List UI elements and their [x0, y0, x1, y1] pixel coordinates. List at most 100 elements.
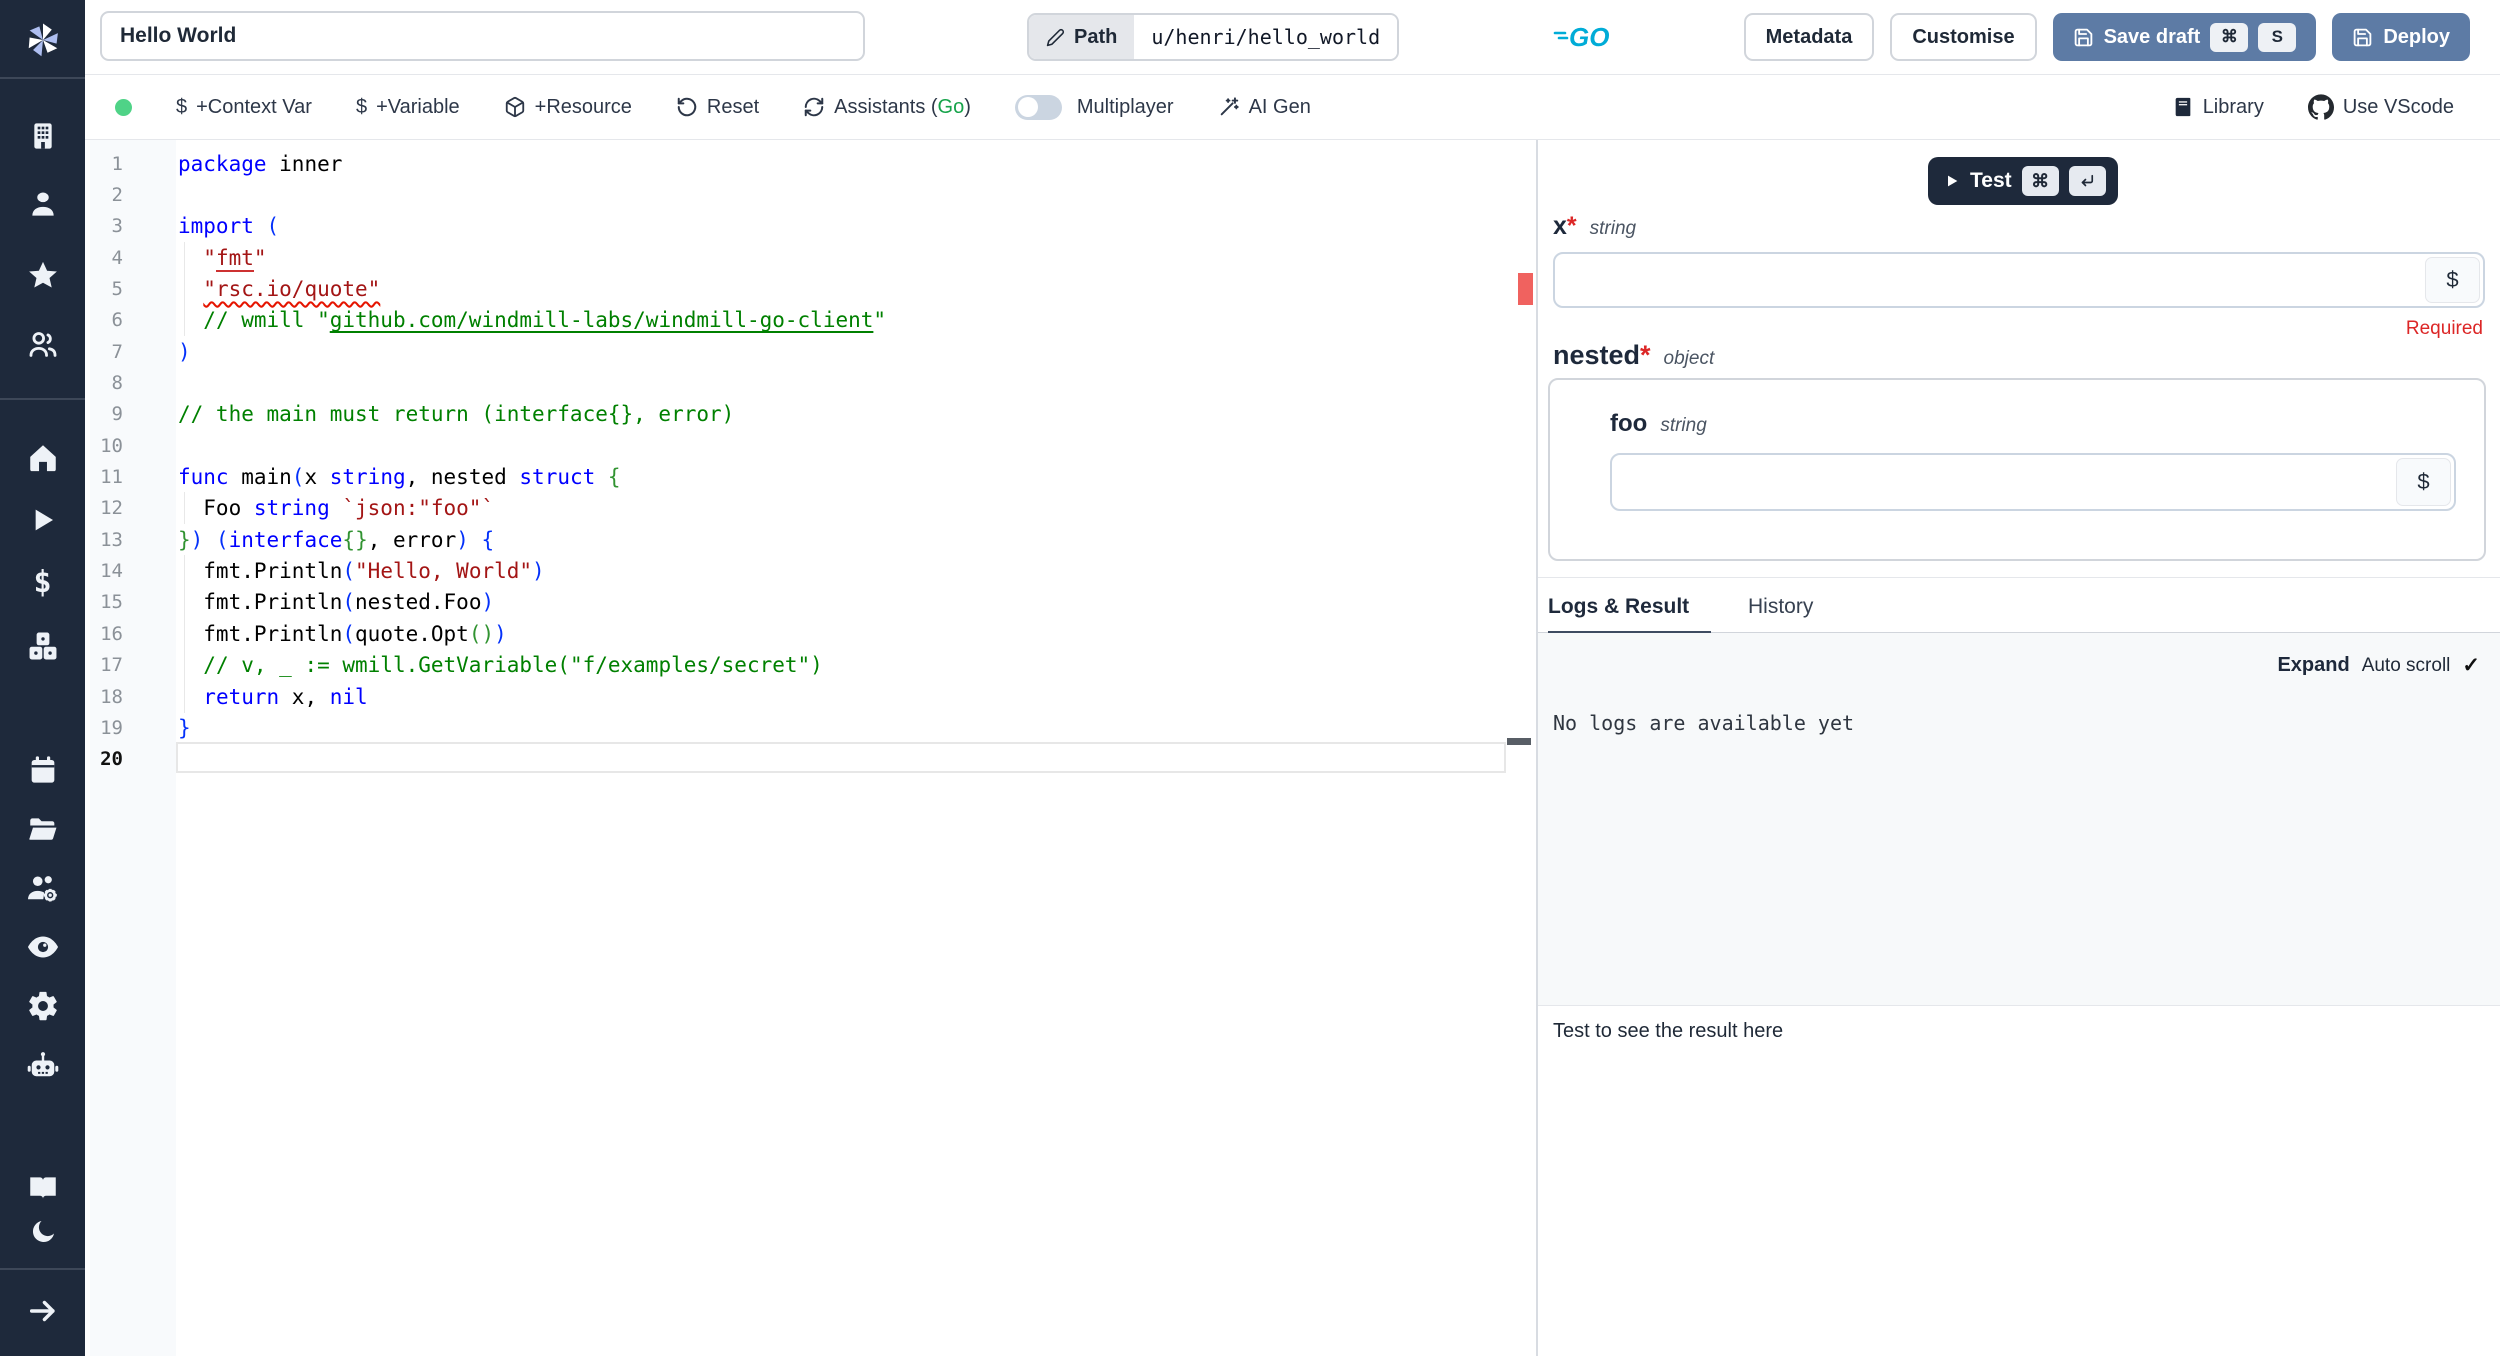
multiplayer-toggle[interactable] — [1014, 94, 1062, 120]
insert-variable-button[interactable]: $ — [2425, 257, 2480, 303]
code-line-13[interactable]: 13}) (interface{}, error) { — [85, 524, 1525, 555]
test-label: Test — [1970, 169, 2012, 192]
reset-button[interactable]: Reset — [676, 96, 759, 119]
line-number: 6 — [111, 309, 123, 332]
dollar-icon: $ — [176, 95, 188, 118]
add-context-var-button[interactable]: $ +Context Var — [176, 96, 312, 119]
script-path-value[interactable]: u/henri/hello_world — [1134, 15, 1398, 59]
windmill-logo[interactable] — [0, 18, 85, 62]
line-number: 2 — [111, 184, 123, 207]
auto-scroll-label[interactable]: Auto scroll — [2362, 655, 2451, 677]
sidebar-item-workspace[interactable] — [0, 114, 85, 158]
code-line-6[interactable]: 6 // wmill "github.com/windmill-labs/win… — [85, 304, 1525, 337]
add-variable-button[interactable]: $ +Variable — [356, 96, 460, 119]
line-number: 15 — [100, 591, 123, 614]
assistants-button[interactable]: Assistants (Go) — [803, 96, 971, 119]
code-text: "rsc.io/quote" — [178, 273, 380, 306]
sidebar-item-audit[interactable] — [0, 925, 85, 969]
sidebar-item-schedules[interactable] — [0, 748, 85, 792]
ai-gen-button[interactable]: AI Gen — [1218, 96, 1311, 119]
github-icon — [2307, 94, 2334, 120]
code-line-16[interactable]: 16 fmt.Println(quote.Opt()) — [85, 617, 1525, 650]
sidebar-item-home[interactable] — [0, 436, 85, 480]
code-line-3[interactable]: 3 import ( — [85, 211, 1525, 242]
folder-open-icon — [26, 812, 60, 846]
svg-text:GO: GO — [1569, 22, 1609, 52]
line-number: 1 — [111, 152, 123, 175]
sidebar-item-resources[interactable] — [0, 624, 85, 668]
tab-history[interactable]: History — [1748, 595, 1813, 619]
gear-icon — [26, 989, 60, 1023]
check-icon[interactable]: ✓ — [2462, 653, 2480, 678]
sidebar-item-docs[interactable] — [0, 1166, 85, 1210]
sidebar-item-dark-mode[interactable] — [0, 1210, 85, 1254]
line-number: 10 — [100, 434, 123, 457]
code-line-9[interactable]: 9 // the main must return (interface{}, e… — [85, 399, 1525, 430]
code-line-7[interactable]: 7) — [85, 336, 1525, 367]
metadata-button[interactable]: Metadata — [1743, 13, 1875, 61]
use-vscode-button[interactable]: Use VScode — [2307, 94, 2454, 120]
code-editor[interactable]: 1 package inner 2 3 import (4 "fmt" 5 "rsc.io… — [85, 140, 1536, 1356]
sidebar-item-folders[interactable] — [0, 807, 85, 851]
arg-x-input[interactable] — [1555, 254, 2423, 306]
sidebar-item-ai[interactable] — [0, 1043, 85, 1087]
code-line-19[interactable]: 19} — [85, 712, 1525, 743]
sidebar-item-settings[interactable] — [0, 984, 85, 1028]
customise-label: Customise — [1912, 25, 2015, 48]
sidebar-item-expand[interactable] — [0, 1289, 85, 1333]
error-overview-marker — [1518, 273, 1533, 305]
code-line-12[interactable]: 12 Foo string `json:"foo"` — [85, 492, 1525, 525]
line-number: 20 — [100, 748, 123, 771]
panel-separator — [1538, 577, 2500, 578]
deploy-button[interactable]: Deploy — [2332, 13, 2470, 61]
code-text: fmt.Println(nested.Foo) — [178, 586, 495, 619]
insert-variable-button[interactable]: $ — [2396, 458, 2451, 506]
library-button[interactable]: Library — [2172, 96, 2264, 119]
code-line-11[interactable]: 11 func main(x string, nested struct { — [85, 461, 1525, 492]
code-line-4[interactable]: 4 "fmt" — [85, 241, 1525, 274]
sidebar-item-workers[interactable] — [0, 866, 85, 910]
arg-type: object — [1663, 348, 1715, 369]
code-line-14[interactable]: 14 fmt.Println("Hello, World") — [85, 555, 1525, 588]
save-draft-button[interactable]: Save draft ⌘ S — [2052, 13, 2317, 61]
code-text: fmt.Println(quote.Opt()) — [178, 617, 507, 650]
topbar-actions: Metadata Customise Save draft ⌘ S Deploy — [1743, 13, 2470, 61]
wand-icon — [1218, 96, 1240, 118]
arg-nested-label: nested* object — [1553, 340, 1714, 371]
expand-button[interactable]: Expand — [2277, 654, 2349, 677]
code-line-18[interactable]: 18 return x, nil — [85, 680, 1525, 713]
add-resource-button[interactable]: +Resource — [504, 96, 632, 119]
tab-logs-result[interactable]: Logs & Result — [1548, 595, 1712, 634]
arg-foo-input[interactable] — [1612, 455, 2394, 509]
sidebar-item-runs[interactable] — [0, 498, 85, 542]
horizontal-scrollbar[interactable] — [1507, 738, 1531, 745]
script-title-input[interactable] — [100, 11, 865, 61]
rotate-ccw-icon — [676, 96, 698, 118]
arrow-right-icon — [26, 1294, 60, 1328]
sidebar-item-user[interactable] — [0, 182, 85, 226]
sidebar-item-favorites[interactable] — [0, 254, 85, 298]
path-button[interactable]: Path — [1029, 15, 1135, 59]
sidebar-divider — [0, 1268, 85, 1270]
code-line-2[interactable]: 2 — [85, 179, 1525, 210]
reset-label: Reset — [706, 95, 760, 118]
test-button[interactable]: Test ⌘ — [1928, 157, 2118, 205]
code-text: }) (interface{}, error) { — [178, 527, 495, 552]
go-language-logo: GO — [1553, 16, 1625, 58]
code-line-15[interactable]: 15 fmt.Println(nested.Foo) — [85, 586, 1525, 619]
code-line-10[interactable]: 10 — [85, 430, 1525, 461]
code-line-17[interactable]: 17 // v, _ := wmill.GetVariable("f/examp… — [85, 649, 1525, 682]
cmd-key-badge: ⌘ — [2021, 166, 2059, 196]
arg-foo-input-shell: $ — [1610, 453, 2456, 511]
sidebar: $ — [0, 0, 85, 1356]
code-text: package inner — [178, 151, 343, 176]
sidebar-divider — [0, 398, 85, 400]
code-line-1[interactable]: 1 package inner — [85, 148, 1525, 179]
code-line-8[interactable]: 8 — [85, 367, 1525, 398]
customise-button[interactable]: Customise — [1890, 13, 2037, 61]
sidebar-item-groups[interactable] — [0, 322, 85, 366]
code-line-5[interactable]: 5 "rsc.io/quote" — [85, 273, 1525, 306]
save-icon — [2352, 27, 2373, 48]
dollar-icon: $ — [33, 564, 52, 600]
sidebar-item-variables[interactable]: $ — [0, 560, 85, 604]
